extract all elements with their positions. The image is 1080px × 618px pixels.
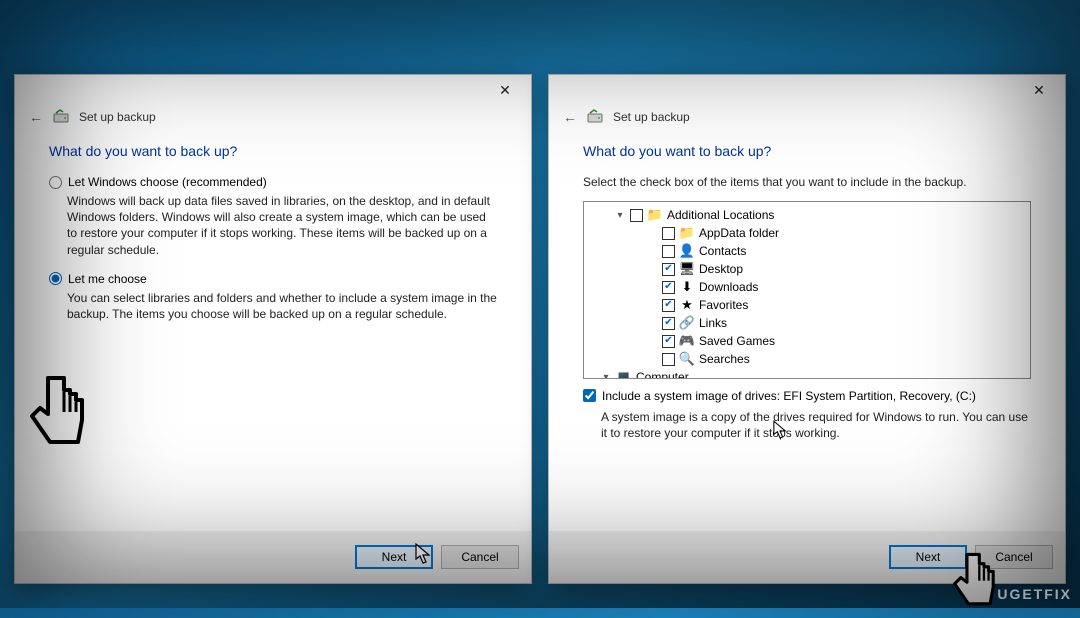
tree-checkbox[interactable] (662, 317, 675, 330)
checkbox-system-image[interactable] (583, 389, 596, 402)
system-image-desc: A system image is a copy of the drives r… (601, 409, 1031, 441)
tree-node-label: Desktop (699, 262, 743, 276)
dialog-title: Set up backup (79, 110, 156, 124)
tree-checkbox[interactable] (630, 209, 643, 222)
titlebar: ✕ (549, 75, 1065, 105)
tree-node-label: Favorites (699, 298, 748, 312)
tree-node-label: Searches (699, 352, 750, 366)
back-arrow-icon[interactable]: ← (563, 109, 577, 125)
tree-node[interactable]: ⬇ Downloads (586, 278, 1028, 296)
tree-node-label: Saved Games (699, 334, 775, 348)
folder-icon: 💻 (616, 369, 632, 379)
heading: What do you want to back up? (583, 143, 1031, 159)
option-label: Let me choose (68, 272, 147, 286)
tree-node-label: AppData folder (699, 226, 779, 240)
tree-node-label: Links (699, 316, 727, 330)
backup-drive-icon (587, 109, 603, 125)
option-let-me-choose[interactable]: Let me choose You can select libraries a… (49, 272, 497, 322)
tree-checkbox[interactable] (662, 353, 675, 366)
back-arrow-icon[interactable]: ← (29, 109, 43, 125)
folder-icon: 🔍 (679, 351, 695, 367)
radio-let-windows-choose[interactable] (49, 176, 62, 189)
tree-node[interactable]: ▾ 💻 Computer (586, 368, 1028, 379)
folder-icon: 🖥 (679, 261, 695, 277)
folder-icon: 📁 (647, 207, 663, 223)
folder-icon: 👤 (679, 243, 695, 259)
tree-node[interactable]: 🎮 Saved Games (586, 332, 1028, 350)
dialog-header: ← Set up backup (549, 105, 1065, 135)
option-desc: Windows will back up data files saved in… (67, 193, 497, 258)
cancel-button[interactable]: Cancel (441, 545, 519, 569)
tree-node[interactable]: 📁 AppData folder (586, 224, 1028, 242)
tree-checkbox[interactable] (662, 263, 675, 276)
tree-node[interactable]: 🔍 Searches (586, 350, 1028, 368)
next-button[interactable]: Next (889, 545, 967, 569)
expand-toggle-icon[interactable]: ▾ (600, 372, 612, 380)
tree-node[interactable]: ▾ 📁 Additional Locations (586, 206, 1028, 224)
heading: What do you want to back up? (49, 143, 497, 159)
tree-checkbox[interactable] (662, 335, 675, 348)
tree-node-label: Downloads (699, 280, 758, 294)
close-button[interactable]: ✕ (1017, 76, 1061, 104)
backup-dialog-select-items: ✕ ← Set up backup What do you want to ba… (548, 74, 1066, 584)
include-system-image[interactable]: Include a system image of drives: EFI Sy… (583, 389, 1031, 403)
folder-icon: ★ (679, 297, 695, 313)
tree-checkbox[interactable] (662, 227, 675, 240)
tree-node[interactable]: 🖥 Desktop (586, 260, 1028, 278)
dialog-content: What do you want to back up? Select the … (549, 135, 1065, 531)
dialog-title: Set up backup (613, 110, 690, 124)
tree-node[interactable]: 🔗 Links (586, 314, 1028, 332)
system-image-label: Include a system image of drives: EFI Sy… (602, 389, 976, 403)
tree-checkbox[interactable] (662, 299, 675, 312)
expand-toggle-icon[interactable]: ▾ (614, 210, 626, 221)
folder-icon: 🔗 (679, 315, 695, 331)
folder-icon: 📁 (679, 225, 695, 241)
radio-let-me-choose[interactable] (49, 272, 62, 285)
option-label: Let Windows choose (recommended) (68, 175, 267, 189)
option-let-windows-choose[interactable]: Let Windows choose (recommended) Windows… (49, 175, 497, 258)
option-desc: You can select libraries and folders and… (67, 290, 497, 322)
dialog-content: What do you want to back up? Let Windows… (15, 135, 531, 531)
backup-items-tree[interactable]: ▾ 📁 Additional Locations 📁 AppData folder 👤 Co… (583, 201, 1031, 379)
next-button[interactable]: Next (355, 545, 433, 569)
tree-node[interactable]: ★ Favorites (586, 296, 1028, 314)
watermark: UGETFIX (997, 586, 1072, 602)
dialog-header: ← Set up backup (15, 105, 531, 135)
titlebar: ✕ (15, 75, 531, 105)
tree-checkbox[interactable] (662, 281, 675, 294)
backup-dialog-choose-mode: ✕ ← Set up backup What do you want to ba… (14, 74, 532, 584)
dialog-footer: Next Cancel (15, 531, 531, 583)
instruction-text: Select the check box of the items that y… (583, 175, 1031, 189)
tree-node-label: Additional Locations (667, 208, 774, 222)
dialog-footer: Next Cancel (549, 531, 1065, 583)
backup-drive-icon (53, 109, 69, 125)
tree-checkbox[interactable] (662, 245, 675, 258)
tree-node-label: Contacts (699, 244, 746, 258)
close-button[interactable]: ✕ (483, 76, 527, 104)
cancel-button[interactable]: Cancel (975, 545, 1053, 569)
tree-node[interactable]: 👤 Contacts (586, 242, 1028, 260)
folder-icon: 🎮 (679, 333, 695, 349)
tree-node-label: Computer (636, 370, 689, 379)
folder-icon: ⬇ (679, 279, 695, 295)
